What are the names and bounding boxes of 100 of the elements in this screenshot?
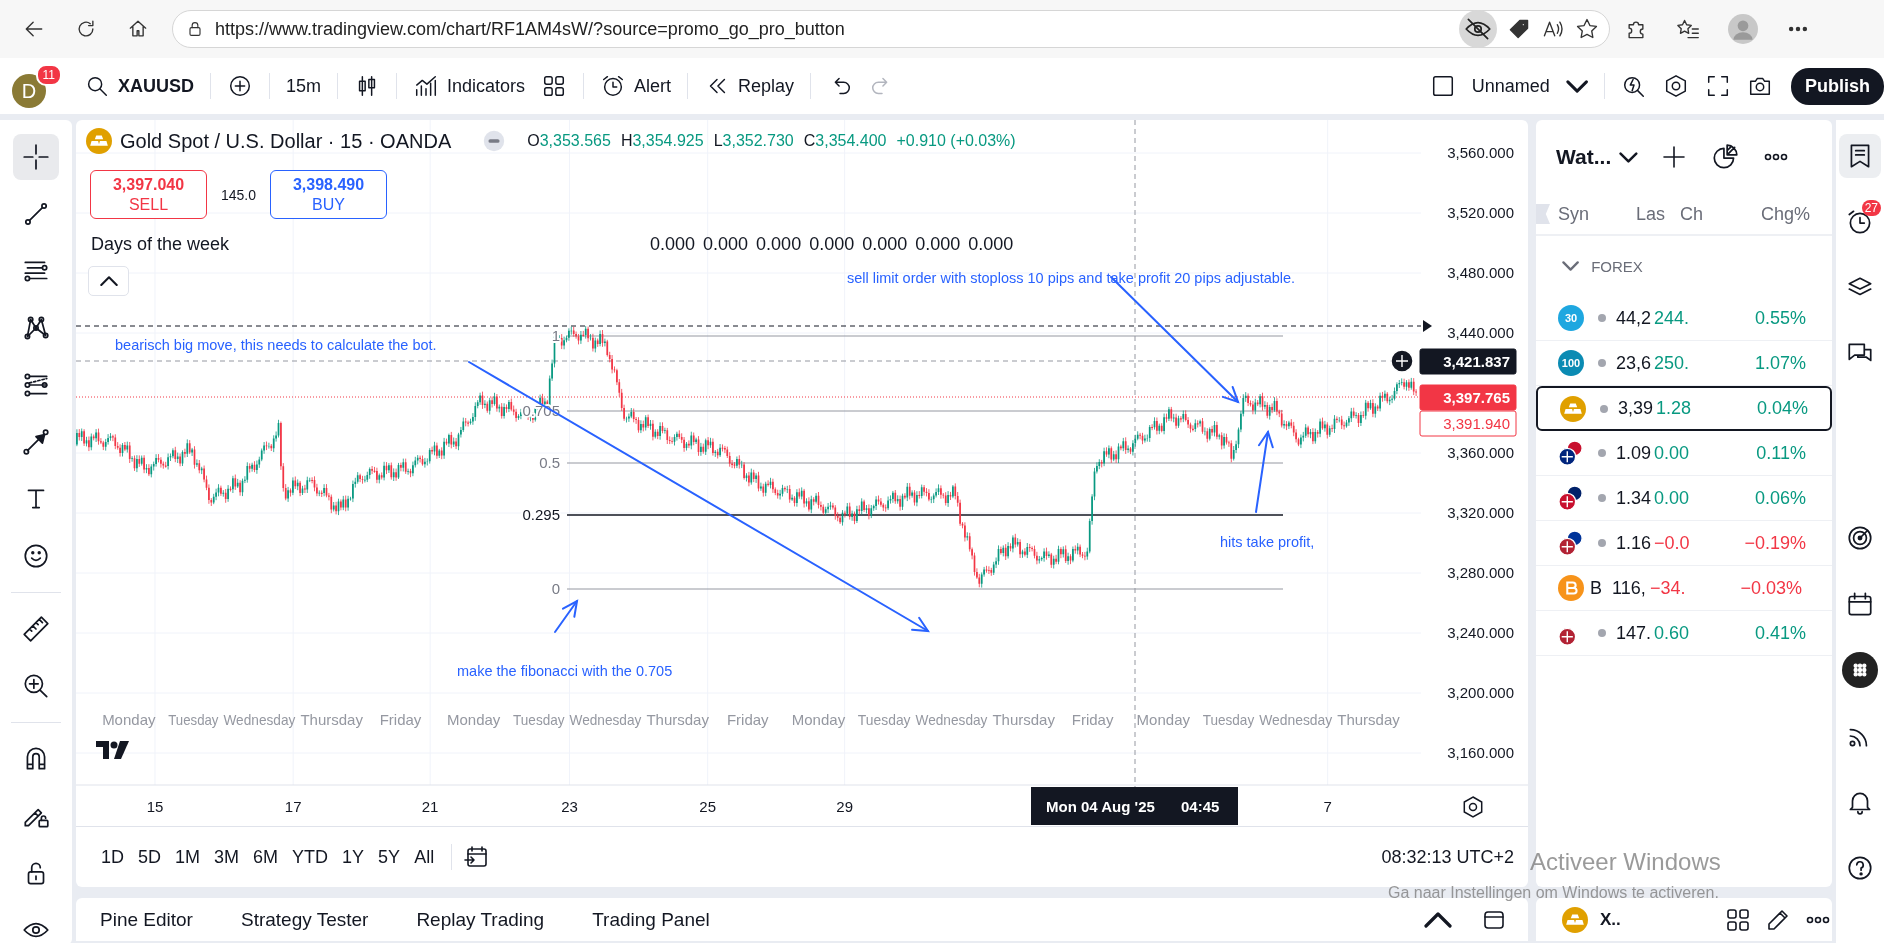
range-button[interactable]: 6M — [246, 840, 286, 874]
price-change: 244. — [1654, 307, 1691, 329]
watchlist-row[interactable]: 3,39 1.28 0.04% — [1536, 386, 1832, 431]
time-axis-label: 15 — [146, 798, 164, 815]
range-button[interactable]: 1D — [94, 840, 131, 874]
symbol-search[interactable]: XAUUSD — [76, 67, 202, 105]
fullscreen-icon — [1705, 73, 1731, 99]
notification-badge: 27 — [1861, 200, 1881, 216]
coin-icon — [1558, 575, 1584, 601]
panel-tab[interactable]: Replay Trading — [412, 902, 549, 937]
pattern-icon — [21, 313, 51, 343]
range-button[interactable]: YTD — [285, 840, 336, 874]
day-label: Monday — [791, 711, 846, 728]
day-label: Friday — [1071, 711, 1114, 728]
plus-circle-icon — [227, 73, 253, 99]
caret-up-icon[interactable] — [1424, 911, 1452, 928]
hexagon-icon — [1663, 73, 1689, 99]
price-axis-label: 3,320.000 — [1447, 504, 1514, 521]
buy-button[interactable]: 3,398.490 BUY — [270, 170, 388, 219]
indicator-value: 0.000 — [703, 234, 749, 255]
ohlc-value: C3,354.400 — [803, 132, 887, 150]
fib-level-label: 0.5 — [539, 454, 560, 471]
day-label: Friday — [726, 711, 769, 728]
watchlist-row[interactable]: B 116, −34. −0.03% — [1536, 566, 1832, 611]
alert-button[interactable]: Alert — [592, 67, 680, 105]
last-price: 1.16 — [1616, 532, 1652, 554]
indicator-value: 0.000 — [915, 234, 961, 255]
replay-button[interactable]: Replay — [696, 67, 803, 105]
symbol-text[interactable]: X.. — [1600, 909, 1621, 930]
watchlist-row[interactable]: 30 44,2 244. 0.55% — [1536, 296, 1832, 341]
watchlist-row[interactable]: 1.34 0.00 0.06% — [1536, 476, 1832, 521]
last-price: 3,39 — [1618, 398, 1654, 419]
address-bar[interactable]: https://www.tradingview.com/chart/RF1AM4sW/?source=promo_go_pro_button — [172, 10, 1610, 48]
profile-avatar[interactable] — [1728, 14, 1758, 44]
column-header[interactable]: Las — [1636, 203, 1680, 225]
day-label: Thursday — [992, 711, 1055, 728]
interval-button[interactable]: 15m — [278, 69, 330, 103]
panel-tab[interactable]: Pine Editor — [96, 902, 197, 937]
alarm-button[interactable]: 27 — [1839, 200, 1881, 244]
flag-pair-icon — [1558, 530, 1584, 556]
range-button[interactable]: 3M — [207, 840, 247, 874]
spread-value: 145.0 — [221, 186, 257, 203]
range-button[interactable]: All — [407, 840, 442, 874]
price-change: 0.60 — [1654, 622, 1691, 644]
range-button[interactable]: 1Y — [335, 840, 372, 874]
range-button[interactable]: 5Y — [371, 840, 408, 874]
ruler-icon — [21, 614, 51, 644]
apps-icon — [1842, 652, 1878, 688]
last-price: 1.09 — [1616, 442, 1652, 464]
bullion-icon — [1560, 395, 1586, 422]
price-axis-label: 3,160.000 — [1447, 744, 1514, 761]
star-icon[interactable] — [1575, 17, 1599, 41]
favorites-icon[interactable] — [1676, 17, 1700, 41]
caret-icon[interactable] — [1619, 151, 1639, 163]
day-label: Monday — [1136, 711, 1190, 728]
crosshair-tool[interactable] — [13, 134, 59, 180]
indicator-value: 0.000 — [756, 234, 802, 255]
day-label: Thursday — [646, 711, 709, 728]
watchlist-title[interactable]: Wat... — [1556, 145, 1612, 169]
column-header[interactable]: Chg% — [1724, 203, 1810, 225]
watchlist-button[interactable] — [1839, 134, 1881, 178]
day-label: Monday — [446, 711, 501, 728]
range-button[interactable]: 5D — [131, 840, 169, 874]
collapse-button[interactable] — [88, 266, 129, 296]
layout-name[interactable]: Unnamed — [1463, 69, 1558, 103]
panel-tab[interactable]: Trading Panel — [588, 902, 714, 937]
range-button[interactable]: 1M — [168, 840, 208, 874]
column-header[interactable]: Ch — [1680, 203, 1724, 225]
panel-tab[interactable]: Strategy Tester — [236, 902, 373, 937]
watchlist-row[interactable]: 100 23,6 250. 1.07% — [1536, 341, 1832, 386]
tag-icon[interactable] — [1507, 17, 1531, 41]
percent-change: 0.06% — [1753, 487, 1806, 509]
day-label: Monday — [102, 711, 156, 728]
indicator-value: 0.000 — [809, 234, 855, 255]
watchlist-row[interactable]: 147. 0.60 0.41% — [1536, 611, 1832, 656]
index-badge: 30 — [1558, 305, 1584, 331]
symbol-text: B — [1590, 577, 1603, 599]
column-header[interactable]: Syn — [1558, 203, 1636, 225]
day-label: Thursday — [300, 711, 363, 728]
indicators-button[interactable]: Indicators — [405, 67, 534, 105]
day-label: Tuesday — [1202, 711, 1260, 728]
radar-icon — [1845, 523, 1875, 553]
zoom-in-icon — [21, 671, 51, 701]
activation-notice: Ga naar Instellingen om Windows te activeren. — [1388, 884, 1719, 902]
indicator-value: 0.000 — [650, 234, 696, 255]
watchlist-row[interactable]: 1.16 −0.0 −0.19% — [1536, 521, 1832, 566]
eye-off-icon[interactable] — [1459, 10, 1497, 48]
ohlc-value: H3,354.925 — [620, 132, 704, 150]
activation-notice: Activeer Windows — [1530, 848, 1721, 876]
price-change: 1.28 — [1656, 398, 1693, 419]
caret-up-icon — [99, 275, 118, 287]
watchlist-row[interactable]: 1.09 0.00 0.11% — [1536, 431, 1832, 476]
chevron-icon[interactable] — [1562, 261, 1580, 271]
percent-change: 0.55% — [1753, 307, 1806, 329]
gear-icon — [1463, 796, 1483, 818]
time-axis-label: 25 — [699, 798, 717, 815]
indicator-name: Days of the week — [91, 234, 230, 255]
flag-pair-icon — [1558, 440, 1584, 466]
publish-button[interactable]: Publish — [1791, 67, 1884, 105]
sell-button[interactable]: 3,397.040 SELL — [90, 170, 207, 219]
